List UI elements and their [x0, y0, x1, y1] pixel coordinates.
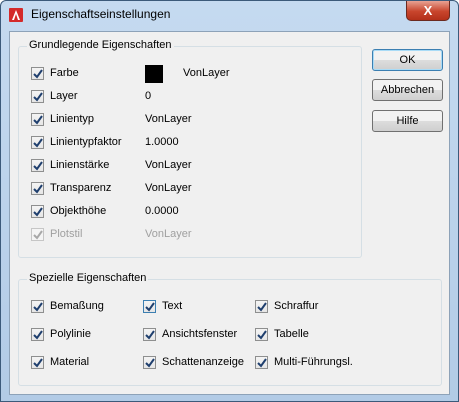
- check-icon: [145, 358, 155, 368]
- plotstyle-value: VonLayer: [145, 228, 192, 240]
- check-icon: [33, 161, 43, 171]
- color-label: Farbe: [50, 67, 79, 79]
- linetype-scale-label: Linientypfaktor: [50, 136, 122, 148]
- check-icon: [33, 207, 43, 217]
- special-table[interactable]: Tabelle: [255, 327, 375, 343]
- multileader-label: Multi-Führungsl.: [274, 356, 353, 368]
- basic-row-plotstyle: Plotstil VonLayer: [31, 227, 351, 243]
- thickness-checkbox[interactable]: [31, 205, 44, 218]
- plotstyle-label: Plotstil: [50, 228, 83, 240]
- transparency-value: VonLayer: [145, 182, 192, 194]
- thickness-label: Objekthöhe: [50, 205, 107, 217]
- special-material[interactable]: Material: [31, 355, 131, 371]
- basic-properties-title: Grundlegende Eigenschaften: [27, 39, 174, 51]
- ok-button[interactable]: OK: [372, 49, 443, 71]
- special-properties-title: Spezielle Eigenschaften: [27, 272, 149, 284]
- check-icon: [33, 92, 43, 102]
- basic-row-lineweight[interactable]: Linienstärke VonLayer: [31, 158, 351, 174]
- check-icon: [257, 330, 267, 340]
- title-bar[interactable]: Eigenschaftseinstellungen X: [1, 1, 458, 29]
- special-shadow-display[interactable]: Schattenanzeige: [143, 355, 253, 371]
- dimension-label: Bemaßung: [50, 300, 104, 312]
- polyline-label: Polylinie: [50, 328, 91, 340]
- dialog-body: Grundlegende Eigenschaften Farbe VonLaye…: [9, 31, 450, 395]
- close-button[interactable]: X: [406, 1, 450, 21]
- transparency-checkbox[interactable]: [31, 182, 44, 195]
- check-icon: [257, 302, 267, 312]
- basic-row-transparency[interactable]: Transparenz VonLayer: [31, 181, 351, 197]
- autocad-icon: [9, 8, 23, 22]
- check-icon: [33, 184, 43, 194]
- table-label: Tabelle: [274, 328, 309, 340]
- lineweight-value: VonLayer: [145, 159, 192, 171]
- layer-label: Layer: [50, 90, 78, 102]
- layer-checkbox[interactable]: [31, 90, 44, 103]
- check-icon: [257, 358, 267, 368]
- special-viewport[interactable]: Ansichtsfenster: [143, 327, 253, 343]
- close-icon: X: [423, 3, 433, 18]
- basic-row-thickness[interactable]: Objekthöhe 0.0000: [31, 204, 351, 220]
- hatch-label: Schraffur: [274, 300, 319, 312]
- material-label: Material: [50, 356, 90, 368]
- viewport-label: Ansichtsfenster: [162, 328, 238, 340]
- basic-row-linetype[interactable]: Linientyp VonLayer: [31, 112, 351, 128]
- basic-row-linetype-scale[interactable]: Linientypfaktor 1.0000: [31, 135, 351, 151]
- special-dimension[interactable]: Bemaßung: [31, 299, 131, 315]
- shadow-display-label: Schattenanzeige: [162, 356, 244, 368]
- special-multileader[interactable]: Multi-Führungsl.: [255, 355, 385, 371]
- check-icon: [145, 330, 155, 340]
- check-icon: [33, 302, 43, 312]
- check-icon: [33, 330, 43, 340]
- color-checkbox[interactable]: [31, 67, 44, 80]
- table-checkbox[interactable]: [255, 328, 268, 341]
- check-icon: [33, 138, 43, 148]
- viewport-checkbox[interactable]: [143, 328, 156, 341]
- check-icon: [33, 230, 43, 240]
- text-checkbox[interactable]: [143, 300, 156, 313]
- dialog-window: Eigenschaftseinstellungen X Grundlegende…: [0, 0, 459, 402]
- color-swatch: [145, 65, 163, 83]
- shadow-display-checkbox[interactable]: [143, 356, 156, 369]
- material-checkbox[interactable]: [31, 356, 44, 369]
- check-icon: [33, 115, 43, 125]
- cancel-button[interactable]: Abbrechen: [372, 79, 443, 101]
- check-icon: [145, 302, 155, 312]
- multileader-checkbox[interactable]: [255, 356, 268, 369]
- check-icon: [33, 358, 43, 368]
- special-polyline[interactable]: Polylinie: [31, 327, 131, 343]
- hatch-checkbox[interactable]: [255, 300, 268, 313]
- transparency-label: Transparenz: [50, 182, 112, 194]
- color-value: VonLayer: [183, 67, 230, 79]
- window-title: Eigenschaftseinstellungen: [31, 7, 171, 21]
- linetype-value: VonLayer: [145, 113, 192, 125]
- text-label: Text: [162, 300, 183, 312]
- linetype-checkbox[interactable]: [31, 113, 44, 126]
- linetype-label: Linientyp: [50, 113, 95, 125]
- check-icon: [33, 69, 43, 79]
- special-properties-group: Spezielle Eigenschaften Bemaßung Text Sc…: [18, 272, 442, 386]
- basic-row-color[interactable]: Farbe VonLayer: [31, 65, 351, 83]
- basic-row-layer[interactable]: Layer 0: [31, 89, 351, 105]
- layer-value: 0: [145, 90, 152, 102]
- dimension-checkbox[interactable]: [31, 300, 44, 313]
- lineweight-checkbox[interactable]: [31, 159, 44, 172]
- linetype-scale-checkbox[interactable]: [31, 136, 44, 149]
- help-button[interactable]: Hilfe: [372, 110, 443, 132]
- basic-properties-group: Grundlegende Eigenschaften Farbe VonLaye…: [18, 39, 362, 258]
- linetype-scale-value: 1.0000: [145, 136, 179, 148]
- special-text[interactable]: Text: [143, 299, 243, 315]
- polyline-checkbox[interactable]: [31, 328, 44, 341]
- lineweight-label: Linienstärke: [50, 159, 110, 171]
- special-hatch[interactable]: Schraffur: [255, 299, 375, 315]
- plotstyle-checkbox: [31, 228, 44, 241]
- thickness-value: 0.0000: [145, 205, 179, 217]
